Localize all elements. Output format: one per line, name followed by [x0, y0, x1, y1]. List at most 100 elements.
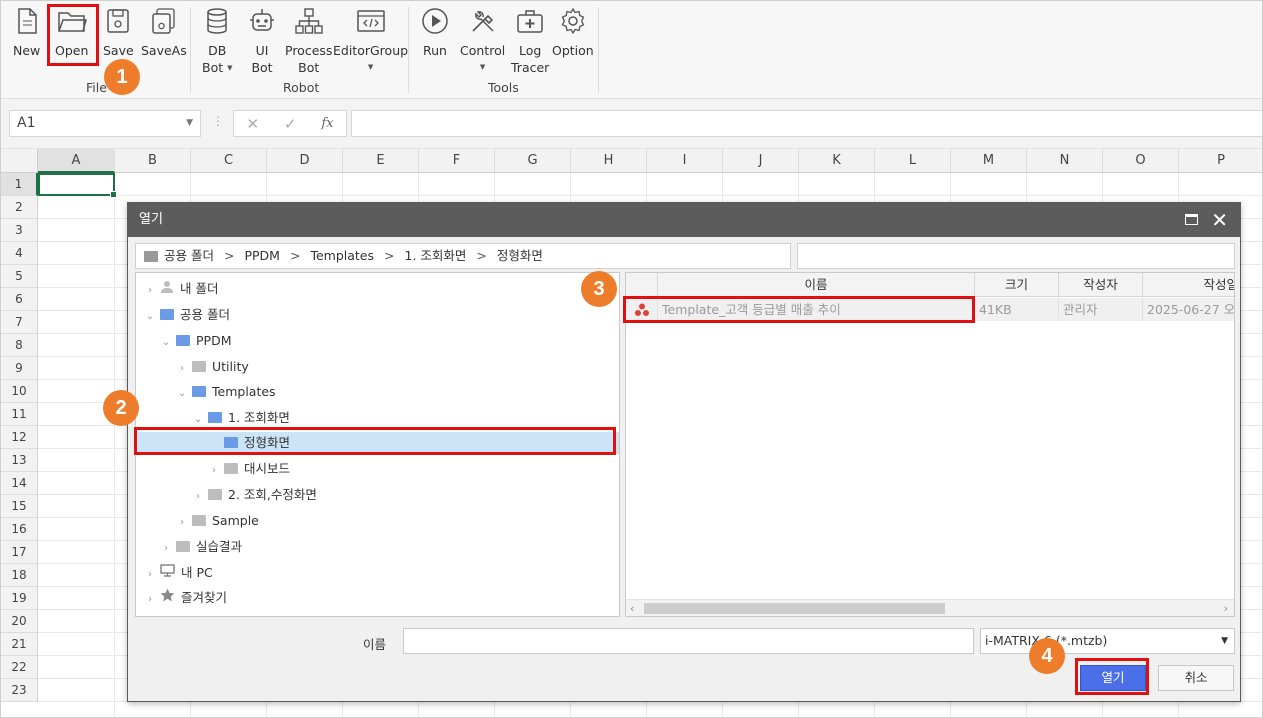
chevron-right-icon[interactable]: › [144, 564, 156, 586]
file-type-select[interactable]: i-MATRIX 6 (*.mtzb) ▼ [980, 628, 1235, 654]
new-button[interactable]: New [13, 7, 40, 79]
chevron-down-icon[interactable]: ⌄ [192, 409, 204, 431]
breadcrumb-item[interactable]: 공용 폴더 [164, 244, 214, 268]
row-header[interactable]: 20 [1, 610, 38, 633]
row-header[interactable]: 21 [1, 633, 38, 656]
row-header[interactable]: 10 [1, 380, 38, 403]
editor-group-button[interactable]: EditorGroup ▼ [333, 7, 408, 79]
column-header[interactable]: A [38, 149, 115, 173]
active-cell[interactable] [38, 173, 117, 198]
column-header[interactable]: I [647, 149, 723, 173]
column-header[interactable]: N [1027, 149, 1103, 173]
maximize-icon[interactable] [1185, 214, 1198, 225]
column-header[interactable]: M [951, 149, 1027, 173]
breadcrumb[interactable]: 공용 폴더 > PPDM > Templates >1. 조회화면 > 정형화면 [135, 243, 791, 269]
author-column-header[interactable]: 작성자 [1059, 273, 1143, 297]
cancel-formula-icon[interactable]: ✕ [246, 115, 259, 133]
column-header[interactable]: K [799, 149, 875, 173]
chevron-right-icon[interactable]: › [144, 589, 156, 611]
column-header[interactable]: C [191, 149, 267, 173]
cancel-button[interactable]: 취소 [1158, 665, 1234, 691]
breadcrumb-item[interactable]: 1. 조회화면 [405, 244, 467, 268]
insert-function-icon[interactable]: fx [321, 116, 333, 131]
chevron-down-icon[interactable]: ⌄ [160, 332, 172, 354]
tree-item[interactable]: ⌄ 공용 폴더 [136, 304, 619, 326]
column-header[interactable]: G [495, 149, 571, 173]
row-header[interactable]: 14 [1, 472, 38, 495]
date-column-header[interactable]: 작성일 [1143, 273, 1234, 297]
chevron-right-icon[interactable]: › [192, 486, 204, 508]
column-header[interactable]: D [267, 149, 343, 173]
file-list[interactable]: 이름 크기 작성자 작성일 Template_고객 등급별 매출 추이 41KB… [625, 272, 1235, 617]
scroll-right-icon[interactable]: › [1224, 600, 1228, 616]
row-header[interactable]: 1 [1, 173, 38, 196]
chevron-down-icon[interactable]: ⌄ [144, 306, 156, 328]
file-name-input[interactable] [403, 628, 974, 654]
tree-item[interactable]: ⌄ 1. 조회화면 [136, 407, 619, 429]
row-header[interactable]: 22 [1, 656, 38, 679]
name-box[interactable]: A1 ▼ [9, 110, 201, 137]
row-header[interactable]: 7 [1, 311, 38, 334]
search-input[interactable] [797, 243, 1235, 269]
column-header[interactable]: E [343, 149, 419, 173]
file-row[interactable]: Template_고객 등급별 매출 추이 41KB 관리자 2025-06-2… [626, 298, 1234, 321]
row-header[interactable]: 13 [1, 449, 38, 472]
row-header[interactable]: 17 [1, 541, 38, 564]
row-header[interactable]: 15 [1, 495, 38, 518]
tree-item[interactable]: 정형화면 [136, 432, 619, 454]
breadcrumb-item[interactable]: Templates [310, 244, 374, 268]
chevron-right-icon[interactable]: › [176, 358, 188, 380]
scroll-left-icon[interactable]: ‹ [630, 600, 634, 616]
column-header[interactable]: J [723, 149, 799, 173]
breadcrumb-item[interactable]: PPDM [244, 244, 280, 268]
chevron-down-icon[interactable]: ▼ [186, 111, 193, 136]
row-header[interactable]: 9 [1, 357, 38, 380]
open-button[interactable]: Open [55, 7, 88, 79]
chevron-right-icon[interactable]: › [176, 512, 188, 534]
chevron-right-icon[interactable]: › [144, 280, 156, 302]
select-all-corner[interactable] [1, 149, 38, 173]
column-header[interactable]: L [875, 149, 951, 173]
name-column-header[interactable]: 이름 [658, 273, 975, 297]
row-header[interactable]: 23 [1, 679, 38, 702]
log-tracer-button[interactable]: Log Tracer [511, 7, 549, 79]
chevron-down-icon[interactable]: ⌄ [176, 383, 188, 405]
column-header[interactable]: F [419, 149, 495, 173]
confirm-formula-icon[interactable]: ✓ [284, 115, 297, 133]
row-header[interactable]: 18 [1, 564, 38, 587]
row-header[interactable]: 6 [1, 288, 38, 311]
chevron-right-icon[interactable]: › [208, 460, 220, 482]
run-button[interactable]: Run [421, 7, 449, 79]
tree-item[interactable]: › Utility [136, 356, 619, 378]
process-bot-button[interactable]: Process Bot [285, 7, 332, 79]
tree-item[interactable]: › 내 PC [136, 562, 619, 584]
tree-item[interactable]: › 대시보드 [136, 458, 619, 480]
open-confirm-button[interactable]: 열기 [1080, 665, 1146, 691]
column-header[interactable]: B [115, 149, 191, 173]
scrollbar-thumb[interactable] [644, 603, 945, 614]
db-bot-button[interactable]: DB Bot ▼ [202, 7, 233, 79]
tree-item[interactable]: › Sample [136, 510, 619, 532]
option-button[interactable]: Option [552, 7, 594, 79]
row-header[interactable]: 12 [1, 426, 38, 449]
row-header[interactable]: 11 [1, 403, 38, 426]
row-header[interactable]: 2 [1, 196, 38, 219]
column-header[interactable]: H [571, 149, 647, 173]
tree-item[interactable]: › 2. 조회,수정화면 [136, 484, 619, 506]
drag-handle-icon[interactable]: ⋮ [212, 114, 224, 128]
row-header[interactable]: 19 [1, 587, 38, 610]
column-header[interactable]: O [1103, 149, 1179, 173]
close-icon[interactable]: ✕ [1211, 207, 1228, 233]
row-header[interactable]: 5 [1, 265, 38, 288]
tree-item[interactable]: › 즐겨찾기 [136, 587, 619, 609]
saveas-button[interactable]: SaveAs [141, 7, 187, 79]
row-header[interactable]: 8 [1, 334, 38, 357]
control-button[interactable]: Control ▼ [460, 7, 505, 79]
horizontal-scrollbar[interactable]: ‹ › [626, 599, 1234, 616]
chevron-right-icon[interactable]: › [160, 538, 172, 560]
row-header[interactable]: 16 [1, 518, 38, 541]
tree-item[interactable]: ⌄ PPDM [136, 330, 619, 352]
row-header[interactable]: 4 [1, 242, 38, 265]
tree-item[interactable]: › 실습결과 [136, 536, 619, 558]
size-column-header[interactable]: 크기 [975, 273, 1059, 297]
